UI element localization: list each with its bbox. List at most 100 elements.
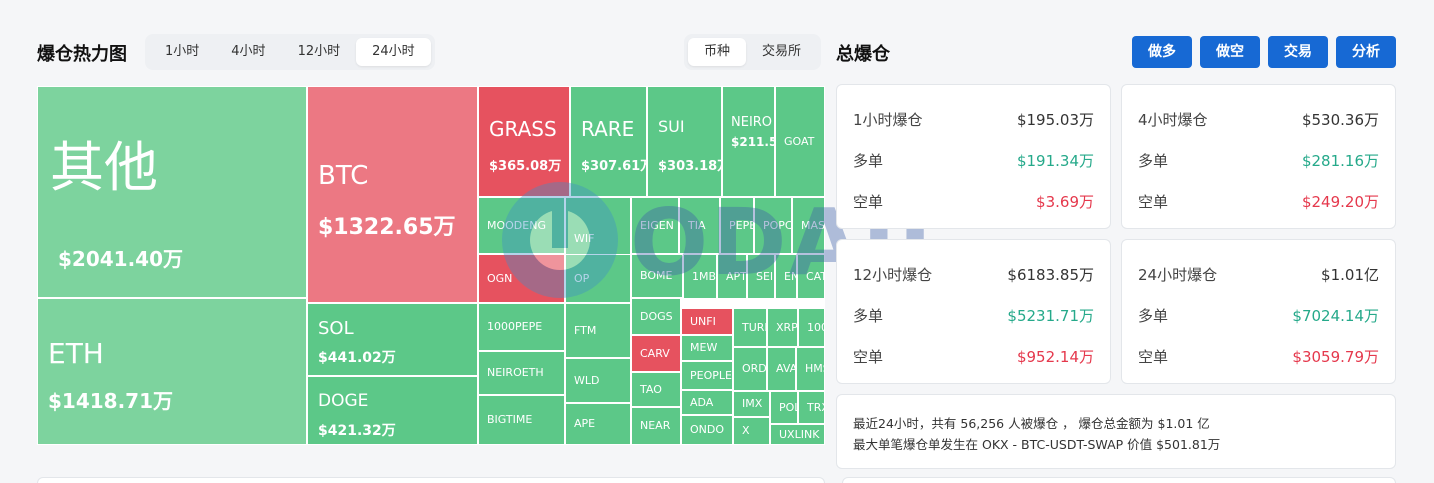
- tile-name: 1000SATS: [807, 321, 824, 334]
- treemap-tile-sol[interactable]: SOL $441.02万: [307, 303, 478, 376]
- tab-12h[interactable]: 12小时: [282, 38, 357, 66]
- treemap-tile-x[interactable]: X: [733, 417, 770, 445]
- tile-name: ETH: [48, 337, 104, 370]
- treemap-tile-1000sats[interactable]: 1000SATS: [798, 308, 825, 347]
- treemap-tile-op[interactable]: OP: [565, 254, 631, 303]
- treemap-tile-wld[interactable]: WLD: [565, 358, 631, 403]
- treemap-tile-bome[interactable]: BOME: [631, 254, 683, 298]
- treemap-tile-sui[interactable]: SUI $303.18万: [647, 86, 722, 197]
- treemap-tile-goat[interactable]: GOAT: [775, 86, 825, 197]
- treemap-tile-ena[interactable]: ENA: [775, 254, 797, 299]
- tile-name: SUI: [658, 117, 685, 136]
- treemap-tile-mew[interactable]: MEW: [681, 335, 733, 361]
- tab-24h[interactable]: 24小时: [356, 38, 431, 66]
- long-amount: $5231.71万: [1007, 307, 1094, 325]
- treemap-tile-apt[interactable]: APT: [717, 254, 747, 299]
- tile-name: SOL: [318, 318, 354, 339]
- treemap-tile-hmstr[interactable]: HMSTR: [796, 347, 825, 391]
- tile-name: EIGEN: [640, 219, 674, 232]
- treemap-tile-turbo[interactable]: TURBO: [733, 308, 767, 347]
- treemap-tile-xrp[interactable]: XRP: [767, 308, 798, 347]
- treemap-tile-pepe[interactable]: PEPE: [720, 197, 754, 254]
- treemap-tile-near[interactable]: NEAR: [631, 407, 681, 445]
- treemap-tile-1mbabydoge[interactable]: 1MBABYDOGE: [683, 254, 717, 299]
- long-amount: $7024.14万: [1292, 307, 1379, 325]
- tile-name: CARV: [640, 347, 670, 360]
- treemap-tile-ftm[interactable]: FTM: [565, 303, 631, 358]
- treemap-tile-ape[interactable]: APE: [565, 403, 631, 445]
- tile-value: $307.61万: [581, 159, 647, 174]
- tab-coin[interactable]: 币种: [688, 38, 747, 66]
- treemap-tile-cati[interactable]: CATI: [797, 254, 825, 299]
- treemap-tile-grass[interactable]: GRASS $365.08万: [478, 86, 570, 197]
- tile-name: UXLINK: [779, 428, 820, 441]
- tile-name: IMX: [742, 397, 763, 410]
- treemap-tile-eigen[interactable]: EIGEN: [631, 197, 679, 254]
- treemap-tile-sei[interactable]: SEI: [747, 254, 775, 299]
- treemap-tile-unfi[interactable]: UNFI: [681, 308, 733, 335]
- treemap-tile-rare[interactable]: RARE $307.61万: [570, 86, 647, 197]
- tile-name: WLD: [574, 374, 600, 387]
- long-button[interactable]: 做多: [1132, 36, 1192, 68]
- tile-name: BTC: [318, 161, 369, 191]
- treemap-tile-eth[interactable]: ETH $1418.71万: [37, 298, 307, 445]
- tile-name: NEIROETH: [487, 366, 544, 379]
- treemap-tile-popcat[interactable]: POPCAT: [754, 197, 792, 254]
- heatmap-title: 爆仓热力图: [37, 44, 127, 65]
- group-by-tabs: 币种 交易所: [684, 34, 822, 70]
- tile-name: ORDI: [742, 362, 767, 375]
- treemap-tile-doge[interactable]: DOGE $421.32万: [307, 376, 478, 445]
- treemap-tile-avax[interactable]: AVAX: [767, 347, 796, 391]
- lower-panel-left: [37, 477, 825, 483]
- treemap-tile-ada[interactable]: ADA: [681, 390, 733, 415]
- treemap-tile-ogn[interactable]: OGN: [478, 254, 565, 303]
- treemap-tile-people[interactable]: PEOPLE: [681, 361, 733, 390]
- short-button[interactable]: 做空: [1200, 36, 1260, 68]
- tile-name: PEPE: [729, 219, 754, 232]
- treemap-tile-imx[interactable]: IMX: [733, 391, 770, 417]
- trade-button[interactable]: 交易: [1268, 36, 1328, 68]
- treemap-tile-tia[interactable]: TIA: [679, 197, 720, 254]
- treemap-tile-carv[interactable]: CARV: [631, 335, 681, 372]
- analysis-button[interactable]: 分析: [1336, 36, 1396, 68]
- tab-exchange[interactable]: 交易所: [746, 38, 817, 66]
- lower-panel-right: [842, 477, 1396, 483]
- tile-name: NEIRO: [731, 115, 773, 130]
- treemap-tile-ondo[interactable]: ONDO: [681, 415, 733, 445]
- tile-name: HMSTR: [805, 362, 824, 375]
- treemap-tile-bigtime[interactable]: BIGTIME: [478, 395, 565, 445]
- treemap-tile-neiro[interactable]: NEIRO $211.56万: [722, 86, 775, 197]
- card-4h: 4小时爆仓 $530.36万 多单 $281.16万 空单 $249.20万: [1121, 84, 1396, 229]
- short-label: 空单: [853, 193, 884, 211]
- treemap-tile-ordi[interactable]: ORDI: [733, 347, 767, 391]
- tile-name: GRASS: [489, 117, 557, 141]
- card-24h: 24小时爆仓 $1.01亿 多单 $7024.14万 空单 $3059.79万: [1121, 239, 1396, 384]
- treemap-tile-btc[interactable]: BTC $1322.65万: [307, 86, 478, 303]
- short-amount: $3.69万: [1036, 193, 1094, 211]
- treemap-tile-pol[interactable]: POL: [770, 391, 798, 424]
- treemap-tile-uxlink[interactable]: UXLINK: [770, 424, 825, 445]
- treemap-tile-其他[interactable]: 其他 $2041.40万: [37, 86, 307, 298]
- tile-name: AVAX: [776, 362, 795, 375]
- treemap-tile-dogs[interactable]: DOGS: [631, 298, 681, 335]
- tab-1h[interactable]: 1小时: [149, 38, 215, 66]
- tile-name: SEI: [756, 270, 774, 283]
- summary-line-1: 最近24小时，共有 56,256 人被爆仓 ， 爆仓总金额为 $1.01 亿: [853, 416, 1210, 431]
- treemap-tile-mask[interactable]: MASK: [792, 197, 825, 254]
- treemap-tile-tao[interactable]: TAO: [631, 372, 681, 407]
- summary-card: 最近24小时，共有 56,256 人被爆仓 ， 爆仓总金额为 $1.01 亿 最…: [836, 394, 1396, 469]
- action-buttons: 做多 做空 交易 分析: [1132, 36, 1396, 68]
- long-label: 多单: [1138, 152, 1169, 170]
- short-label: 空单: [1138, 348, 1169, 366]
- treemap-tile-neiroeth[interactable]: NEIROETH: [478, 351, 565, 395]
- tile-name: TAO: [640, 383, 662, 396]
- tab-4h[interactable]: 4小时: [215, 38, 281, 66]
- treemap-tile-trx[interactable]: TRX: [798, 391, 825, 424]
- treemap-tile-1000pepe[interactable]: 1000PEPE: [478, 303, 565, 351]
- tile-value: $421.32万: [318, 423, 396, 439]
- period-label: 1小时爆仓: [853, 111, 923, 129]
- tile-name: NEAR: [640, 419, 671, 432]
- card-1h: 1小时爆仓 $195.03万 多单 $191.34万 空单 $3.69万: [836, 84, 1111, 229]
- treemap-tile-moodeng[interactable]: MOODENG: [478, 197, 565, 254]
- tile-value: $441.02万: [318, 350, 396, 366]
